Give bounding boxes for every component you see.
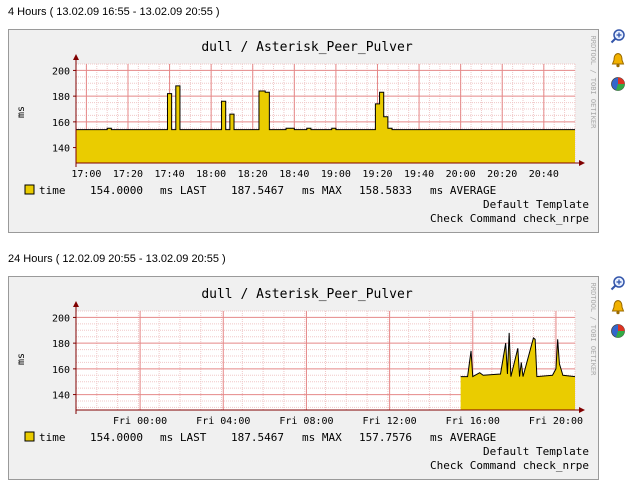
y-axis-label: ms bbox=[16, 353, 27, 365]
legend-last-label: ms LAST bbox=[160, 184, 207, 197]
graph-panel-4h: 140 160 180 200 17:00 17:20 17:40 18:00 18:20 18:… bbox=[8, 29, 599, 233]
x-tick-label: 17:20 bbox=[113, 169, 143, 180]
period-title-4h: 4 Hours ( 13.02.09 16:55 - 13.02.09 20:5… bbox=[8, 6, 220, 18]
legend-last-value: 154.0000 bbox=[90, 184, 143, 197]
x-tick-label: 20:40 bbox=[529, 169, 559, 180]
x-axis-arrow bbox=[579, 160, 585, 166]
rrdtool-watermark: RRDTOOL / TOBI OETIKER bbox=[589, 283, 597, 377]
x-tick-label: 19:40 bbox=[404, 169, 434, 180]
legend-last-value: 154.0000 bbox=[90, 431, 143, 444]
legend-series-name: time bbox=[39, 431, 66, 444]
x-axis-arrow bbox=[579, 407, 585, 413]
y-tick-label: 200 bbox=[52, 66, 70, 77]
legend-series-name: time bbox=[39, 184, 66, 197]
x-tick-label: 17:40 bbox=[155, 169, 185, 180]
legend-avg-label: ms AVERAGE bbox=[430, 431, 496, 444]
legend-avg-value: 157.7576 bbox=[359, 431, 412, 444]
y-axis-arrow bbox=[73, 54, 79, 60]
period-title-24h: 24 Hours ( 12.02.09 20:55 - 13.02.09 20:… bbox=[8, 253, 226, 265]
y-axis-label: ms bbox=[16, 106, 27, 118]
x-tick-label: 20:00 bbox=[446, 169, 476, 180]
y-axis-arrow bbox=[73, 301, 79, 307]
legend-row: time 154.0000 ms LAST 187.5467 ms MAX 15… bbox=[39, 431, 496, 444]
x-tick-label: Fri 16:00 bbox=[446, 416, 500, 427]
template-line: Default Template bbox=[483, 198, 589, 211]
x-tick-label: 18:20 bbox=[238, 169, 268, 180]
legend-max-value: 187.5467 bbox=[231, 431, 284, 444]
pie-chart-icon[interactable] bbox=[610, 76, 626, 92]
y-tick-label: 160 bbox=[52, 365, 70, 376]
legend-avg-value: 158.5833 bbox=[359, 184, 412, 197]
zoom-icon[interactable] bbox=[610, 275, 626, 291]
template-line: Default Template bbox=[483, 445, 589, 458]
x-tick-label: 19:20 bbox=[362, 169, 392, 180]
x-tick-label: 19:00 bbox=[321, 169, 351, 180]
y-tick-label: 180 bbox=[52, 339, 70, 350]
legend-max-label: ms MAX bbox=[302, 431, 342, 444]
graph-actions-24h bbox=[610, 275, 626, 347]
legend-max-label: ms MAX bbox=[302, 184, 342, 197]
x-tick-label: 18:40 bbox=[279, 169, 309, 180]
legend-swatch bbox=[24, 431, 35, 442]
bell-icon[interactable] bbox=[610, 52, 626, 68]
command-line: Check Command check_nrpe bbox=[430, 212, 589, 225]
zoom-icon[interactable] bbox=[610, 28, 626, 44]
legend-avg-label: ms AVERAGE bbox=[430, 184, 496, 197]
x-tick-label: Fri 00:00 bbox=[113, 416, 167, 427]
rrdtool-watermark: RRDTOOL / TOBI OETIKER bbox=[589, 36, 597, 130]
rrd-graph-4h: 140 160 180 200 17:00 17:20 17:40 18:00 18:20 18:… bbox=[16, 36, 597, 225]
graph-title: dull / Asterisk_Peer_Pulver bbox=[201, 40, 412, 55]
x-tick-label: 18:00 bbox=[196, 169, 226, 180]
legend-last-label: ms LAST bbox=[160, 431, 207, 444]
y-tick-label: 140 bbox=[52, 144, 70, 155]
rrd-graph-24h: 140 160 180 200 Fri 00:00 Fri 04:00 Fri 08:00 F… bbox=[16, 283, 597, 472]
x-tick-label: 17:00 bbox=[71, 169, 101, 180]
legend-row: time 154.0000 ms LAST 187.5467 ms MAX 15… bbox=[39, 184, 496, 197]
y-tick-label: 160 bbox=[52, 118, 70, 129]
command-line: Check Command check_nrpe bbox=[430, 459, 589, 472]
y-tick-label: 180 bbox=[52, 92, 70, 103]
legend-swatch bbox=[24, 184, 35, 195]
x-tick-label: 20:20 bbox=[487, 169, 517, 180]
x-tick-label: Fri 08:00 bbox=[279, 416, 333, 427]
x-tick-label: Fri 04:00 bbox=[196, 416, 250, 427]
graph-actions-4h bbox=[610, 28, 626, 100]
bell-icon[interactable] bbox=[610, 299, 626, 315]
pie-chart-icon[interactable] bbox=[610, 323, 626, 339]
graph-panel-24h: 140 160 180 200 Fri 00:00 Fri 04:00 Fri 08:00 F… bbox=[8, 276, 599, 480]
y-tick-label: 200 bbox=[52, 313, 70, 324]
x-tick-label: Fri 20:00 bbox=[529, 416, 583, 427]
legend-max-value: 187.5467 bbox=[231, 184, 284, 197]
graph-title: dull / Asterisk_Peer_Pulver bbox=[201, 287, 412, 302]
x-tick-label: Fri 12:00 bbox=[363, 416, 417, 427]
y-tick-label: 140 bbox=[52, 391, 70, 402]
